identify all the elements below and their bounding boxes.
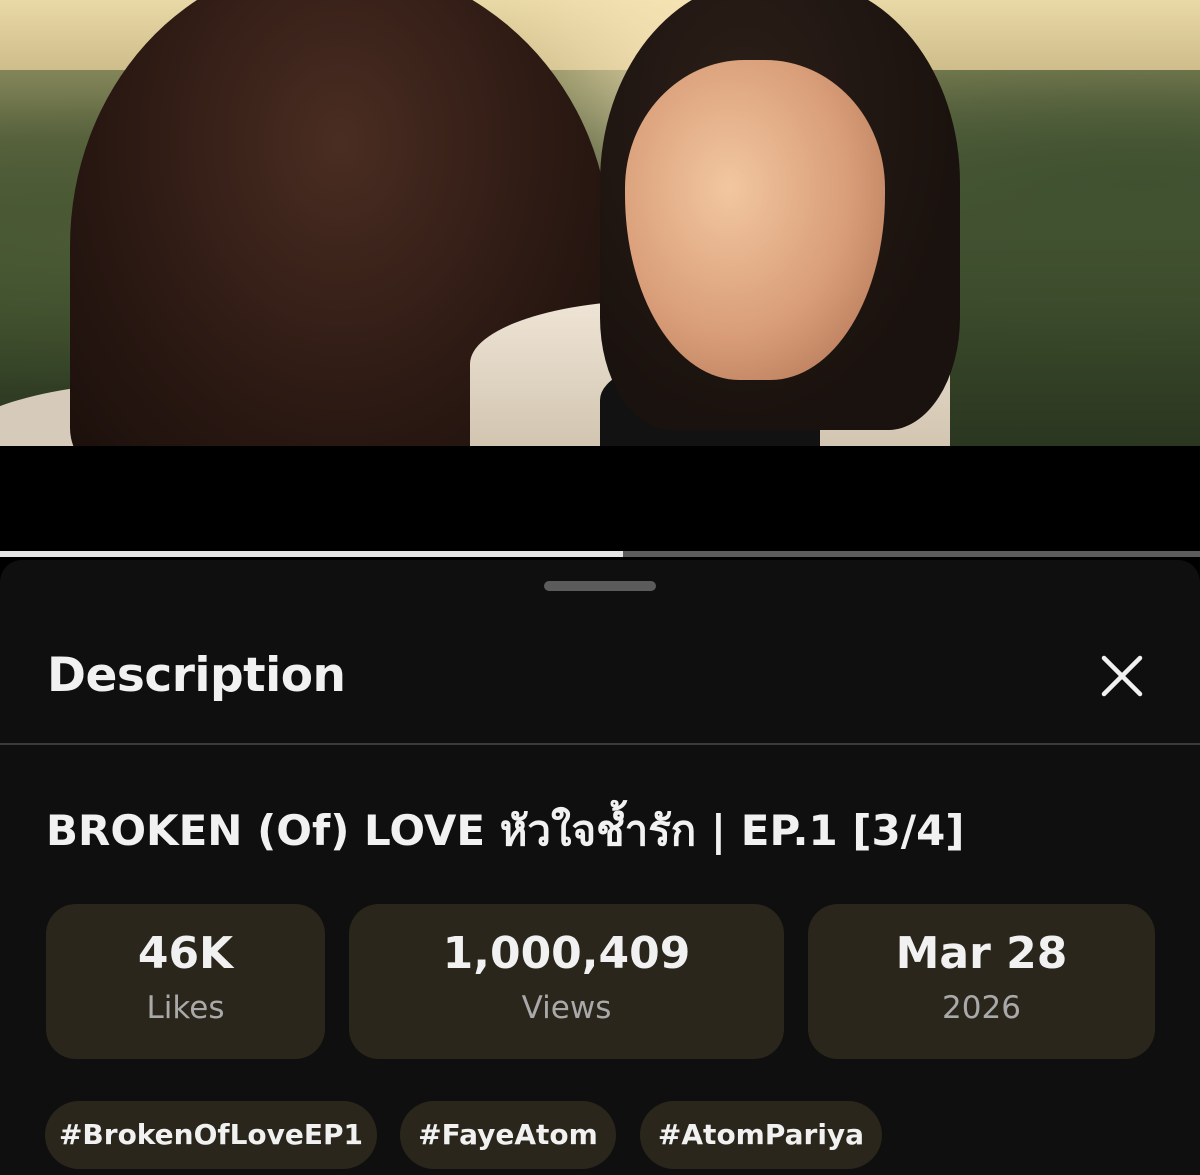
hashtag-chip[interactable]: #AtomPariya [640, 1101, 882, 1169]
video-title: BROKEN (Of) LOVE หัวใจช้ำรัก | EP.1 [3/4… [46, 806, 965, 855]
likes-label: Likes [146, 990, 225, 1026]
upload-date: Mar 28 [895, 928, 1068, 979]
app-frame: Description BROKEN (Of) LOVE หัวใจช้ำรัก… [0, 0, 1200, 1175]
views-stat: 1,000,409 Views [349, 904, 784, 1059]
video-player[interactable] [0, 0, 1200, 446]
video-frame-person-face [625, 60, 885, 380]
views-label: Views [521, 990, 612, 1026]
sheet-title: Description [47, 648, 346, 703]
likes-stat: 46K Likes [46, 904, 325, 1059]
sheet-drag-handle[interactable] [544, 581, 656, 591]
video-progress-played [0, 551, 623, 557]
likes-count: 46K [137, 928, 234, 979]
date-stat: Mar 28 2026 [808, 904, 1155, 1059]
video-letterbox [0, 446, 1200, 560]
hashtag-chip[interactable]: #BrokenOfLoveEP1 [45, 1101, 377, 1169]
views-count: 1,000,409 [442, 928, 691, 979]
sheet-divider [0, 743, 1200, 745]
close-button[interactable] [1090, 644, 1154, 708]
close-icon [1101, 655, 1143, 697]
video-progress-bar[interactable] [0, 551, 1200, 557]
description-sheet: Description BROKEN (Of) LOVE หัวใจช้ำรัก… [0, 560, 1200, 1175]
upload-year: 2026 [942, 990, 1021, 1026]
hashtag-chip[interactable]: #FayeAtom [400, 1101, 616, 1169]
